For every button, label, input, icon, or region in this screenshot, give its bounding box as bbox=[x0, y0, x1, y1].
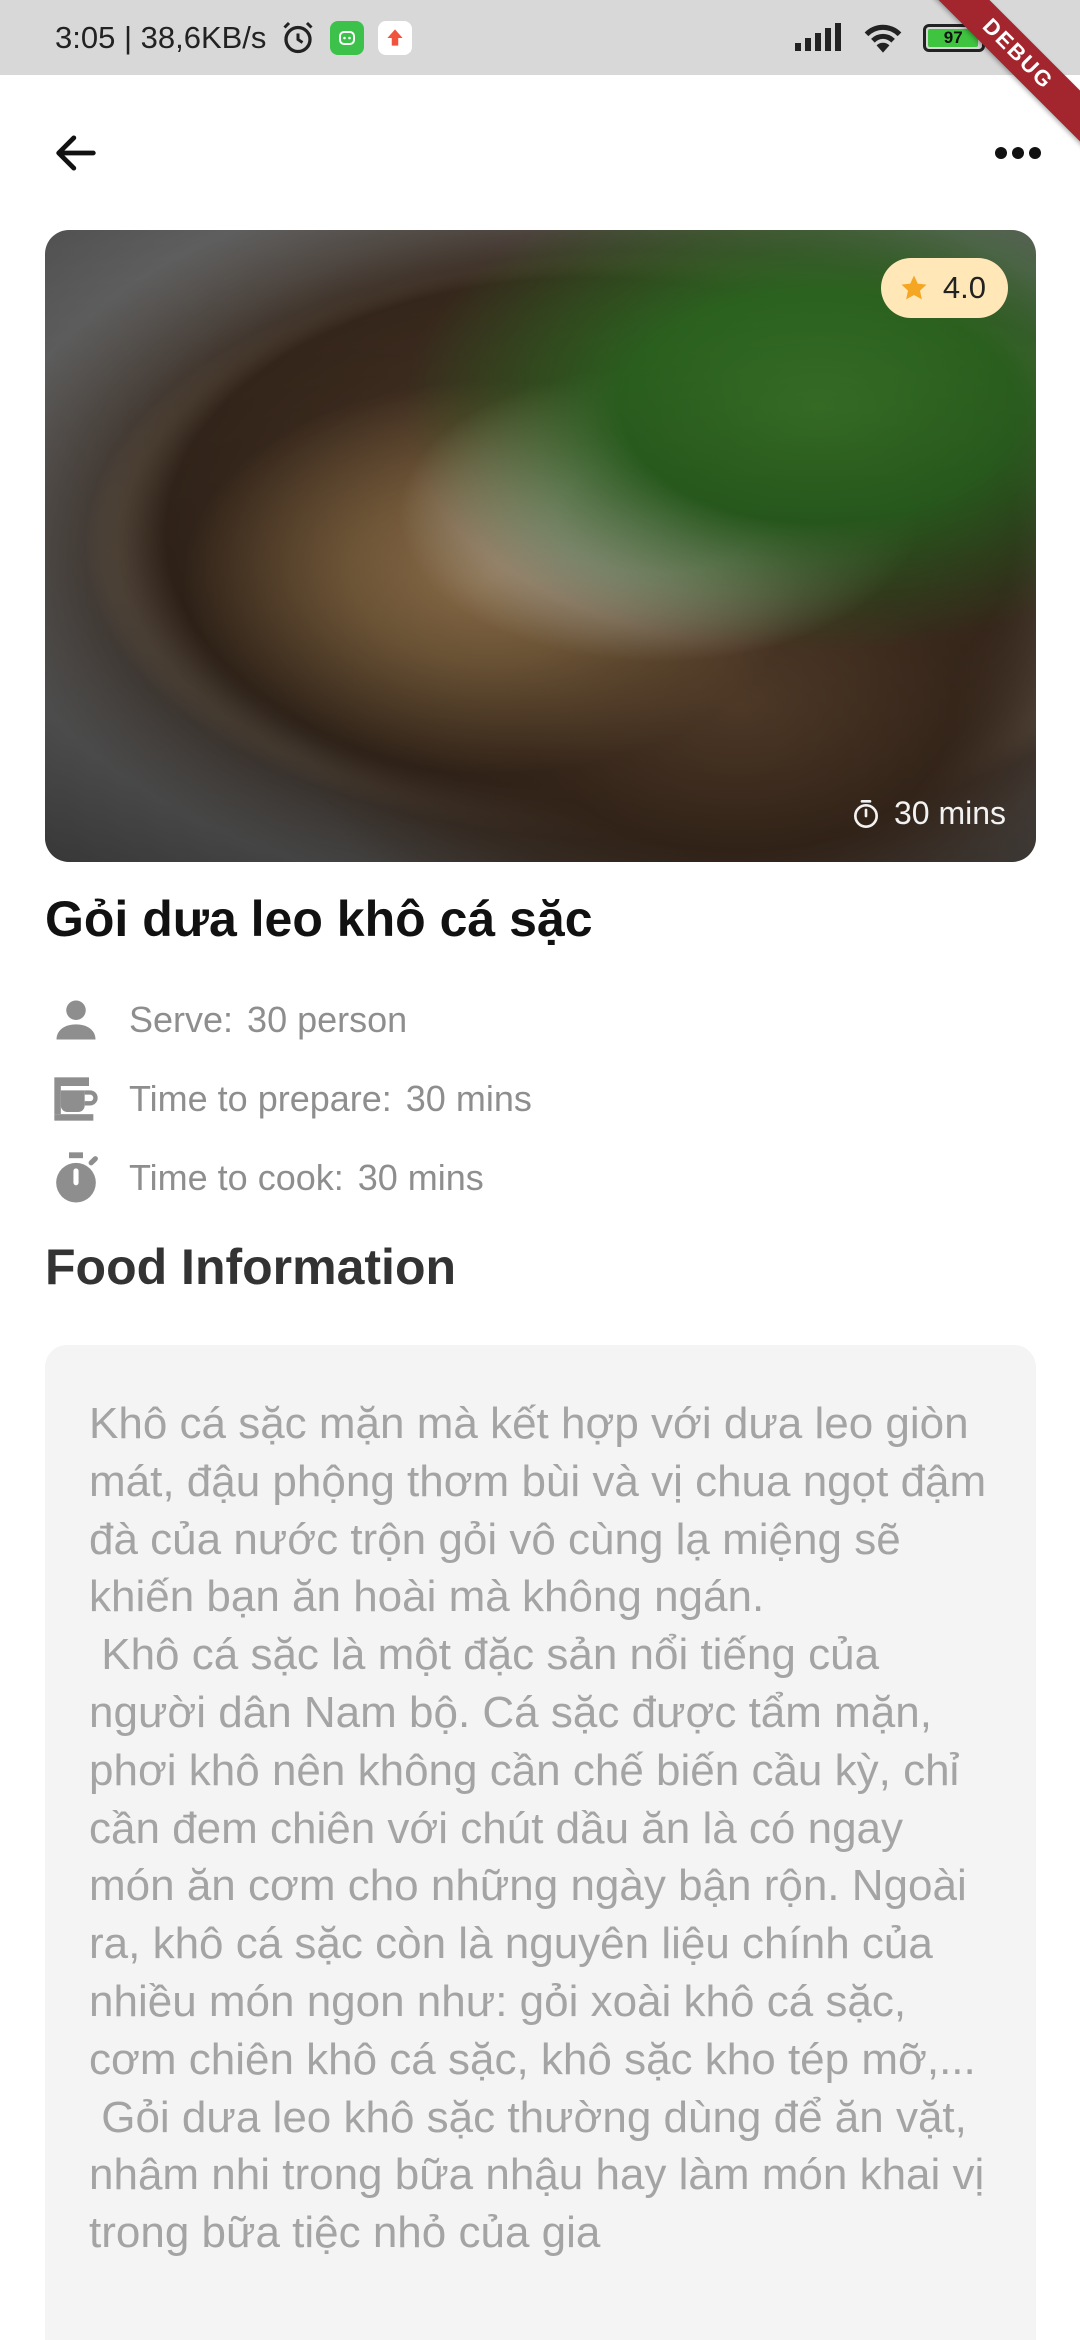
meta-serve-value: 30 person bbox=[247, 998, 408, 1040]
app-notification-icon bbox=[330, 20, 365, 55]
status-bar: 3:05 | 38,6KB/s 97 bbox=[0, 0, 1080, 75]
back-button[interactable] bbox=[44, 121, 108, 185]
food-information-text: Khô cá sặc mặn mà kết hợp với dưa leo gi… bbox=[89, 1399, 987, 2258]
dish-meta-list: Serve: 30 person Time to prepare: 30 min… bbox=[45, 980, 1035, 1217]
wifi-icon bbox=[861, 21, 905, 55]
food-information-heading: Food Information bbox=[45, 1239, 457, 1295]
dish-title: Gỏi dưa leo khô cá sặc bbox=[45, 891, 593, 947]
meta-prepare-value: 30 mins bbox=[405, 1077, 532, 1119]
food-image-shade bbox=[45, 230, 1036, 862]
rating-badge: 4.0 bbox=[880, 258, 1008, 318]
arrow-back-icon bbox=[56, 135, 96, 171]
coffee-maker-icon bbox=[45, 1068, 107, 1130]
meta-cook-label: Time to cook: bbox=[129, 1156, 344, 1198]
person-icon bbox=[45, 989, 107, 1051]
star-icon bbox=[901, 275, 927, 300]
alarm-icon bbox=[280, 20, 316, 56]
status-time-speed: 3:05 | 38,6KB/s bbox=[55, 19, 267, 55]
signal-icon bbox=[793, 22, 843, 53]
hero-time: 30 mins bbox=[850, 795, 1006, 832]
app-bar bbox=[0, 75, 1080, 230]
food-image: 4.0 30 mins bbox=[45, 230, 1036, 862]
hero-time-value: 30 mins bbox=[893, 795, 1006, 831]
timer-icon bbox=[45, 1147, 107, 1209]
more-options-button[interactable] bbox=[986, 121, 1050, 185]
meta-cook: Time to cook: 30 mins bbox=[45, 1138, 1035, 1217]
meta-serve-label: Serve: bbox=[129, 998, 234, 1040]
rating-value: 4.0 bbox=[942, 270, 986, 305]
timer-icon bbox=[853, 799, 878, 828]
meta-prepare-label: Time to prepare: bbox=[129, 1077, 392, 1119]
meta-serve: Serve: 30 person bbox=[45, 980, 1035, 1059]
more-horizontal-icon bbox=[995, 147, 1041, 159]
meta-cook-value: 30 mins bbox=[357, 1156, 484, 1198]
meta-prepare: Time to prepare: 30 mins bbox=[45, 1059, 1035, 1138]
upload-icon bbox=[378, 20, 413, 55]
food-information-card[interactable]: Khô cá sặc mặn mà kết hợp với dưa leo gi… bbox=[45, 1345, 1036, 2340]
